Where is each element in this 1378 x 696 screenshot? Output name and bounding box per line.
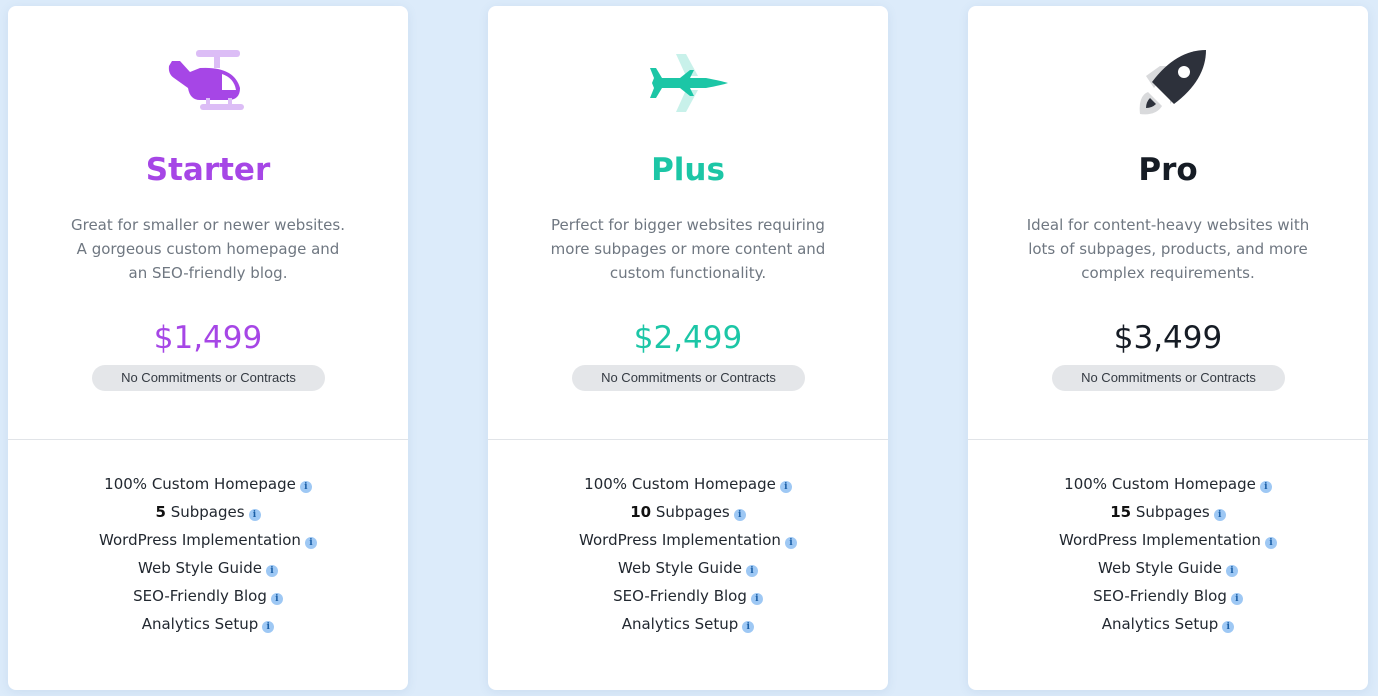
info-icon[interactable]: i (784, 537, 797, 549)
plan-card-pro: Pro Ideal for content-heavy websites wit… (968, 6, 1368, 690)
feature-list: 100% Custom Homepage i 15 Subpages i WordP… (968, 470, 1368, 638)
plan-card-starter: Starter Great for smaller or newer websi… (8, 6, 408, 690)
feature-item: Web Style Guide i (488, 554, 888, 582)
commitment-badge: No Commitments or Contracts (572, 365, 805, 391)
feature-item: WordPress Implementation i (968, 526, 1368, 554)
feature-item: 5 Subpages i (8, 498, 408, 526)
feature-label: Analytics Setup (621, 615, 739, 633)
card-divider (968, 439, 1368, 440)
feature-label: SEO-Friendly Blog (1093, 587, 1227, 605)
feature-item: WordPress Implementation i (8, 526, 408, 554)
feature-label: 100% Custom Homepage (584, 475, 776, 493)
feature-label: 100% Custom Homepage (104, 475, 296, 493)
feature-item: SEO-Friendly Blog i (968, 582, 1368, 610)
card-divider (488, 439, 888, 440)
feature-label: Web Style Guide (618, 559, 742, 577)
feature-item: 10 Subpages i (488, 498, 888, 526)
feature-item: 15 Subpages i (968, 498, 1368, 526)
plan-price: $1,499 (153, 320, 263, 356)
plan-price: $3,499 (1113, 320, 1223, 356)
feature-label: Web Style Guide (1098, 559, 1222, 577)
feature-label: WordPress Implementation (99, 531, 301, 549)
feature-item: SEO-Friendly Blog i (488, 582, 888, 610)
plan-card-plus: Plus Perfect for bigger websites requiri… (488, 6, 888, 690)
feature-label: SEO-Friendly Blog (613, 587, 747, 605)
subpages-count: 10 (630, 503, 652, 521)
feature-label: Subpages (170, 503, 245, 521)
info-icon[interactable]: i (742, 621, 755, 633)
feature-item: 100% Custom Homepage i (968, 470, 1368, 498)
feature-item: 100% Custom Homepage i (8, 470, 408, 498)
info-icon[interactable]: i (270, 593, 283, 605)
info-icon[interactable]: i (745, 565, 758, 577)
commitment-badge: No Commitments or Contracts (1052, 365, 1285, 391)
card-divider (8, 439, 408, 440)
feature-item: Analytics Setup i (8, 610, 408, 638)
info-icon[interactable]: i (750, 593, 763, 605)
feature-label: Subpages (655, 503, 730, 521)
plan-title: Pro (1138, 152, 1198, 188)
feature-label: WordPress Implementation (579, 531, 781, 549)
feature-item: Analytics Setup i (968, 610, 1368, 638)
subpages-count: 5 (155, 503, 166, 521)
feature-label: SEO-Friendly Blog (133, 587, 267, 605)
info-icon[interactable]: i (1230, 593, 1243, 605)
plan-title: Starter (145, 152, 271, 188)
info-icon[interactable]: i (1259, 481, 1272, 493)
feature-label: Web Style Guide (138, 559, 262, 577)
plan-title: Plus (651, 152, 725, 188)
plan-description: Ideal for content-heavy websites with lo… (1026, 216, 1310, 282)
info-icon[interactable]: i (262, 621, 275, 633)
info-icon[interactable]: i (304, 537, 317, 549)
feature-item: Web Style Guide i (8, 554, 408, 582)
info-icon[interactable]: i (1264, 537, 1277, 549)
feature-list: 100% Custom Homepage i 5 Subpages i WordPr… (8, 470, 408, 638)
info-icon[interactable]: i (1222, 621, 1235, 633)
feature-list: 100% Custom Homepage i 10 Subpages i WordP… (488, 470, 888, 638)
plan-price: $2,499 (633, 320, 743, 356)
info-icon[interactable]: i (1225, 565, 1238, 577)
fighter-jet-icon (488, 48, 888, 124)
feature-label: Analytics Setup (1101, 615, 1219, 633)
feature-label: WordPress Implementation (1059, 531, 1261, 549)
feature-label: Analytics Setup (141, 615, 259, 633)
feature-item: WordPress Implementation i (488, 526, 888, 554)
info-icon[interactable]: i (733, 509, 746, 521)
info-icon[interactable]: i (779, 481, 792, 493)
info-icon[interactable]: i (248, 509, 261, 521)
info-icon[interactable]: i (265, 565, 278, 577)
plan-description: Perfect for bigger websites requiring mo… (550, 216, 826, 282)
plan-description: Great for smaller or newer websites. A g… (70, 216, 345, 282)
feature-item: SEO-Friendly Blog i (8, 582, 408, 610)
info-icon[interactable]: i (1213, 509, 1226, 521)
feature-item: 100% Custom Homepage i (488, 470, 888, 498)
commitment-badge: No Commitments or Contracts (92, 365, 325, 391)
subpages-count: 15 (1110, 503, 1132, 521)
rocket-icon (968, 48, 1368, 124)
feature-item: Analytics Setup i (488, 610, 888, 638)
info-icon[interactable]: i (299, 481, 312, 493)
feature-item: Web Style Guide i (968, 554, 1368, 582)
helicopter-icon (8, 48, 408, 124)
feature-label: 100% Custom Homepage (1064, 475, 1256, 493)
feature-label: Subpages (1135, 503, 1210, 521)
